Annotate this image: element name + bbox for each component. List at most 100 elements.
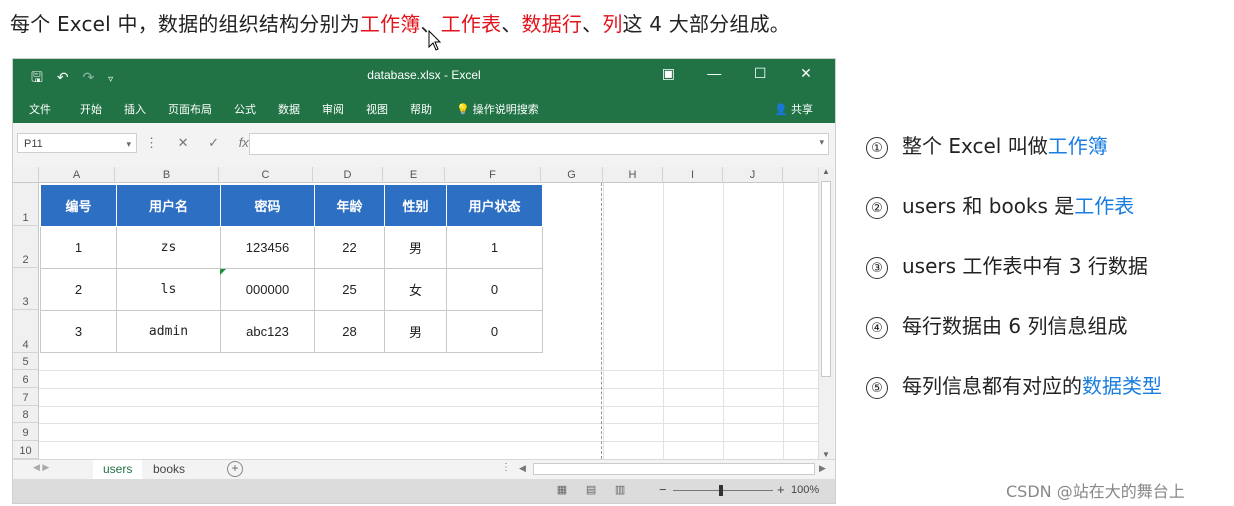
headline-worksheet: 工作表 — [440, 12, 502, 36]
row-header[interactable]: 3 — [13, 268, 39, 310]
tab-home[interactable]: 开始 — [80, 101, 102, 117]
row-header[interactable]: 9 — [13, 423, 39, 441]
row-header[interactable]: 4 — [13, 310, 39, 353]
headline-row: 数据行 — [521, 12, 583, 36]
row-number: 7 — [22, 392, 29, 404]
zoom-level[interactable]: 100% — [791, 484, 819, 496]
zoom-in-icon[interactable]: + — [777, 482, 785, 497]
row-header[interactable]: 5 — [13, 353, 39, 370]
column-header[interactable]: D — [313, 167, 383, 183]
row-header[interactable]: 7 — [13, 388, 39, 406]
cell[interactable]: 男 — [384, 310, 447, 353]
header-status[interactable]: 用户状态 — [446, 184, 543, 227]
tab-formulas[interactable]: 公式 — [234, 101, 256, 117]
cell[interactable]: 2 — [40, 268, 117, 311]
expand-formula-icon[interactable]: ▾ — [819, 137, 824, 148]
cell[interactable]: 25 — [314, 268, 385, 311]
cell[interactable]: 女 — [384, 268, 447, 311]
page-layout-view-icon[interactable]: ▤ — [578, 483, 604, 496]
column-header[interactable]: C — [219, 167, 313, 183]
scroll-left-icon[interactable]: ◀ — [519, 463, 526, 474]
sheet-nav-icon[interactable]: ◀ ▶ — [33, 462, 49, 473]
cell[interactable]: 000000 — [220, 268, 315, 311]
more-icon: ⋮ — [145, 135, 158, 150]
column-header[interactable]: F — [445, 167, 541, 183]
cell[interactable]: 22 — [314, 226, 385, 269]
select-all-corner[interactable] — [13, 167, 39, 183]
add-sheet-icon[interactable]: + — [227, 461, 243, 477]
cell[interactable]: ls — [116, 268, 221, 311]
column-header[interactable]: H — [603, 167, 663, 183]
column-header[interactable]: I — [663, 167, 723, 183]
sheet-tab-books[interactable]: books — [143, 460, 195, 479]
row-header[interactable]: 6 — [13, 370, 39, 388]
header-id[interactable]: 编号 — [40, 184, 117, 227]
tab-insert[interactable]: 插入 — [124, 101, 146, 117]
row-header[interactable]: 2 — [13, 226, 39, 268]
name-box-value: P11 — [24, 138, 43, 150]
header-gender[interactable]: 性别 — [384, 184, 447, 227]
scroll-down-icon[interactable]: ▼ — [819, 450, 833, 459]
cell[interactable]: 男 — [384, 226, 447, 269]
close-icon[interactable]: ✕ — [785, 65, 827, 82]
header-password[interactable]: 密码 — [220, 184, 315, 227]
row-header[interactable]: 8 — [13, 406, 39, 423]
scroll-right-icon[interactable]: ▶ — [819, 463, 826, 474]
scroll-thumb[interactable] — [821, 181, 831, 377]
tab-file[interactable]: 文件 — [29, 101, 51, 117]
cell[interactable]: 3 — [40, 310, 117, 353]
row-header[interactable]: 1 — [13, 183, 39, 226]
cell[interactable]: abc123 — [220, 310, 315, 353]
cell[interactable]: 0 — [446, 310, 543, 353]
tell-me-search[interactable]: 💡 操作说明搜索 — [456, 101, 539, 117]
zoom-slider[interactable] — [673, 490, 773, 491]
column-header[interactable]: J — [723, 167, 783, 183]
minimize-icon[interactable]: — — [693, 65, 735, 81]
tab-help[interactable]: 帮助 — [410, 101, 432, 117]
ribbon-tabs: 文件 开始 插入 页面布局 公式 数据 审阅 视图 帮助 💡 操作说明搜索 👤 … — [13, 93, 835, 123]
cell[interactable]: 0 — [446, 268, 543, 311]
cell[interactable]: 28 — [314, 310, 385, 353]
cell[interactable]: 1 — [446, 226, 543, 269]
horizontal-scrollbar[interactable] — [533, 463, 815, 475]
note-number: ① — [866, 136, 888, 159]
gridline — [783, 183, 784, 459]
chevron-down-icon[interactable]: ▾ — [126, 134, 131, 154]
column-header-partial[interactable] — [783, 167, 821, 183]
cell[interactable]: 123456 — [220, 226, 315, 269]
maximize-icon[interactable]: ☐ — [739, 65, 781, 82]
tab-review[interactable]: 审阅 — [322, 101, 344, 117]
scroll-up-icon[interactable]: ▲ — [819, 167, 833, 176]
formula-input[interactable]: ▾ — [249, 133, 829, 155]
header-username[interactable]: 用户名 — [116, 184, 221, 227]
zoom-slider-knob[interactable] — [719, 485, 723, 496]
tab-page-layout[interactable]: 页面布局 — [168, 101, 212, 117]
worksheet-grid[interactable]: A B C D E F G H I J 1 2 3 4 5 6 7 8 9 10… — [13, 167, 821, 459]
cancel-icon[interactable]: ✕ — [178, 135, 189, 150]
sheet-tab-users[interactable]: users — [93, 460, 143, 481]
page-break-view-icon[interactable]: ▥ — [607, 483, 633, 496]
column-header[interactable]: B — [115, 167, 219, 183]
header-age[interactable]: 年龄 — [314, 184, 385, 227]
vertical-scrollbar[interactable]: ▲ ▼ — [818, 167, 833, 459]
name-box[interactable]: P11 ▾ — [17, 133, 137, 153]
note-item: ⑤ 每列信息都有对应的数据类型 — [866, 370, 1162, 399]
cell[interactable]: 1 — [40, 226, 117, 269]
column-header[interactable]: A — [39, 167, 115, 183]
row-header[interactable]: 10 — [13, 441, 39, 459]
ribbon-display-icon[interactable]: ▣ — [647, 65, 689, 82]
insert-function-icon[interactable]: fx — [239, 135, 249, 150]
cell[interactable]: zs — [116, 226, 221, 269]
normal-view-icon[interactable]: ▦ — [549, 483, 575, 496]
column-header[interactable]: E — [383, 167, 445, 183]
view-switcher: ▦ ▤ ▥ — [549, 483, 633, 496]
column-header[interactable]: G — [541, 167, 603, 183]
tab-view[interactable]: 视图 — [366, 101, 388, 117]
tab-data[interactable]: 数据 — [278, 101, 300, 117]
row-number: 2 — [22, 254, 29, 266]
cell[interactable]: admin — [116, 310, 221, 353]
enter-icon[interactable]: ✓ — [208, 135, 219, 150]
window-controls: ▣ — ☐ ✕ — [647, 65, 827, 82]
share-button[interactable]: 👤 共享 — [774, 101, 813, 117]
zoom-out-icon[interactable]: − — [659, 482, 667, 497]
